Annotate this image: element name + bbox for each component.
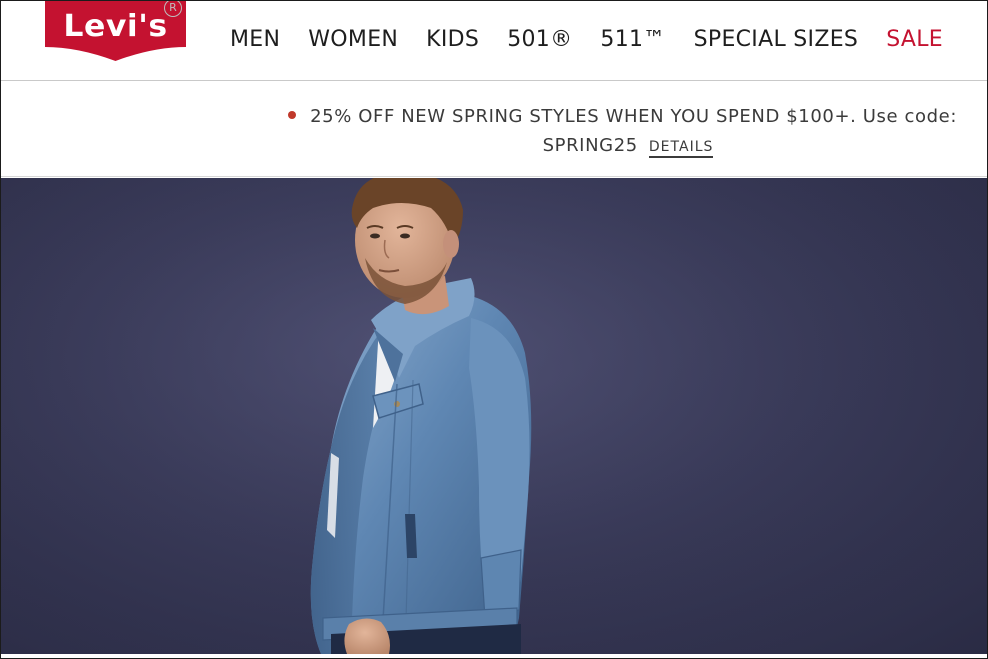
nav-item-kids[interactable]: KIDS — [426, 27, 479, 52]
promo-bullet-icon — [288, 111, 297, 119]
levis-logo[interactable]: Levi's R — [43, 1, 188, 61]
promo-code: SPRING25 — [542, 135, 638, 156]
nav-item-sale[interactable]: SALE — [886, 27, 943, 52]
model-in-denim-jacket-illustration — [1, 178, 987, 654]
site-header: Levi's R MEN WOMEN KIDS 501® 511™ SPECIA… — [1, 1, 987, 81]
nav-item-511[interactable]: 511™ — [600, 27, 665, 52]
bottom-divider — [1, 654, 987, 658]
main-navigation: MEN WOMEN KIDS 501® 511™ SPECIAL SIZES S… — [230, 25, 943, 53]
promo-code-row: SPRING25 DETAILS — [1, 135, 987, 158]
promo-details-link[interactable]: DETAILS — [648, 139, 714, 158]
nav-item-501[interactable]: 501® — [507, 27, 572, 52]
nav-item-special-sizes[interactable]: SPECIAL SIZES — [694, 27, 859, 52]
nav-item-men[interactable]: MEN — [230, 27, 280, 52]
promo-headline-row: 25% OFF NEW SPRING STYLES WHEN YOU SPEND… — [288, 106, 957, 127]
page: Levi's R MEN WOMEN KIDS 501® 511™ SPECIA… — [0, 0, 988, 659]
nav-item-women[interactable]: WOMEN — [308, 27, 398, 52]
promo-banner: 25% OFF NEW SPRING STYLES WHEN YOU SPEND… — [1, 81, 987, 177]
hero-image[interactable] — [1, 178, 987, 654]
promo-headline: 25% OFF NEW SPRING STYLES WHEN YOU SPEND… — [310, 106, 957, 127]
